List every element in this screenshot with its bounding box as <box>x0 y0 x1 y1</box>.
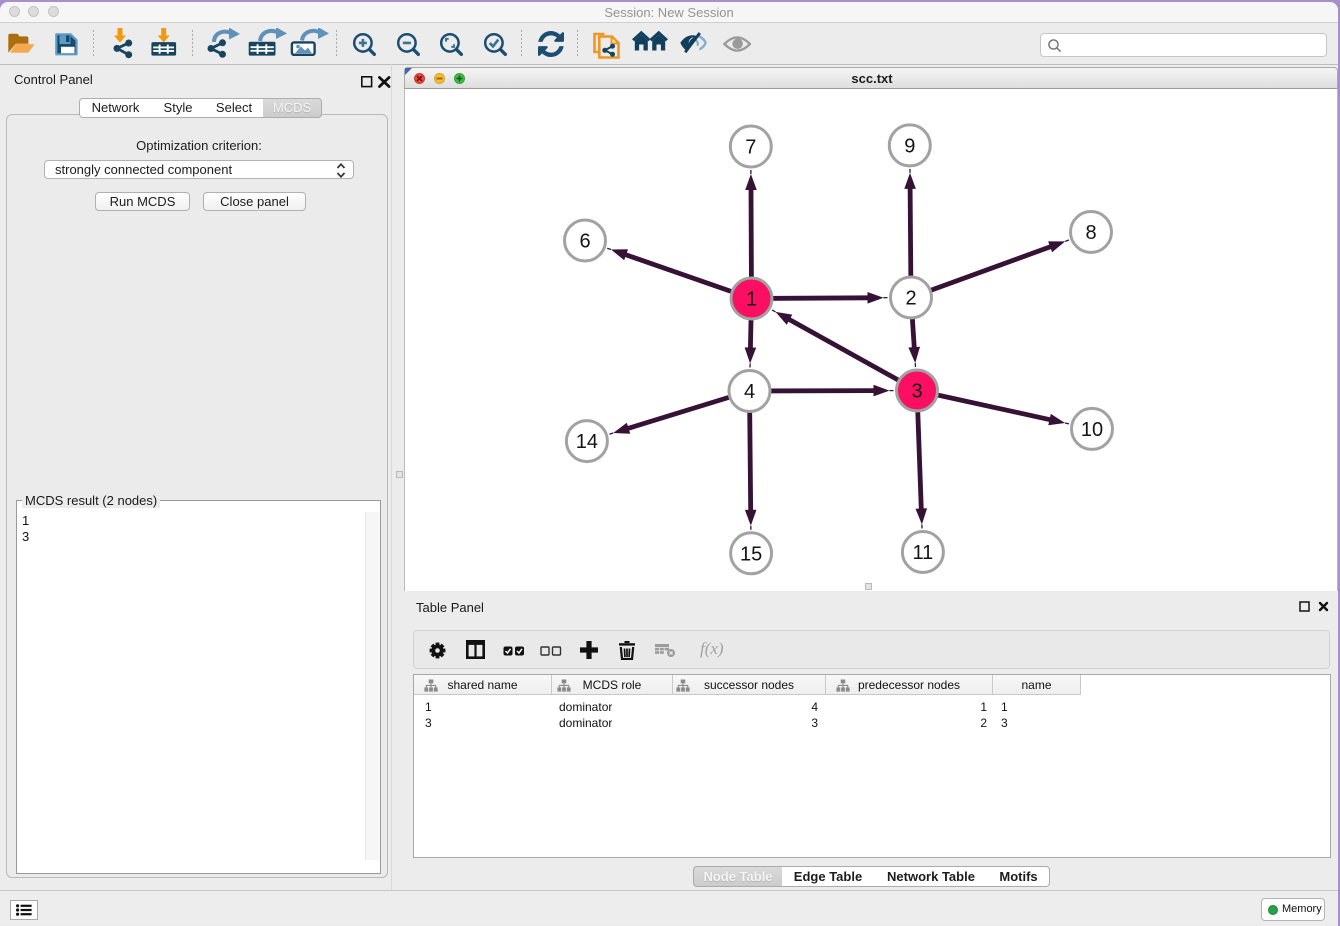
svg-text:14: 14 <box>576 431 598 453</box>
svg-text:3: 3 <box>911 381 922 403</box>
svg-text:10: 10 <box>1081 419 1103 441</box>
svg-text:1: 1 <box>746 289 757 311</box>
svg-text:8: 8 <box>1085 222 1096 244</box>
svg-text:7: 7 <box>745 137 756 159</box>
svg-text:4: 4 <box>744 381 755 403</box>
svg-text:11: 11 <box>913 542 934 564</box>
svg-text:9: 9 <box>904 135 915 157</box>
svg-text:15: 15 <box>740 543 762 565</box>
svg-text:6: 6 <box>579 231 590 253</box>
svg-text:2: 2 <box>905 288 916 310</box>
